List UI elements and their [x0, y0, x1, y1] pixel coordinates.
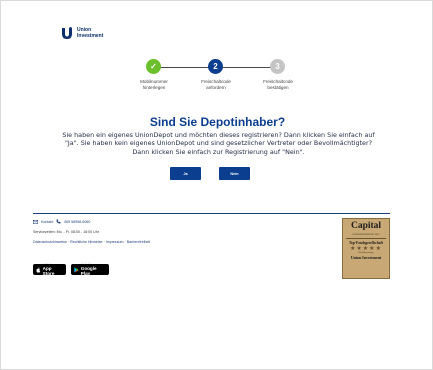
- description-line-1: Sie haben ein eigenes UnionDepot und möc…: [62, 131, 375, 139]
- footer-link-imprint[interactable]: Impressum: [106, 240, 124, 244]
- step-1-label: Mobilnummer hinterlegen: [124, 79, 184, 91]
- footer-link-privacy[interactable]: Datenschutzhinweise: [33, 240, 67, 244]
- page-title: Sind Sie Depotinhaber?: [149, 115, 286, 129]
- award-divider: [346, 238, 386, 239]
- play-icon: [74, 266, 79, 273]
- step-3-label-line-2: bestätigen: [267, 85, 289, 90]
- contact-row: Kontakt 069 58998-6060: [33, 219, 90, 224]
- capital-award-seal: Capital FONDSBEWERTUNG 2023 Top-Fondsges…: [342, 218, 390, 279]
- stepper-connector-1: [153, 67, 215, 68]
- yes-button[interactable]: Ja: [170, 167, 201, 180]
- description-line-2: "Ja". Sie haben kein eigenes UnionDepot …: [64, 139, 372, 148]
- union-investment-logo[interactable]: Union Investment: [61, 27, 103, 40]
- logo-line-2: Investment: [77, 32, 104, 39]
- app-store-big: App Store: [42, 265, 55, 276]
- step-2-number: 2: [208, 59, 223, 74]
- google-play-big: Google Play: [80, 265, 97, 276]
- stepper-connector-2: [215, 67, 277, 68]
- page-frame: Union Investment ✓ Mobilnummer hinterleg…: [0, 0, 433, 370]
- no-button[interactable]: Nein: [219, 167, 250, 180]
- step-3-label: Freischaltcode bestätigen: [248, 79, 308, 91]
- contact-link[interactable]: Kontakt: [41, 220, 53, 224]
- app-store-text: Laden im App Store: [43, 263, 63, 276]
- apple-icon: [36, 266, 41, 273]
- step-1-check-icon: ✓: [146, 59, 161, 74]
- footer-link-legal[interactable]: Rechtliche Hinweise: [70, 240, 102, 244]
- award-brand: Union Investment: [350, 254, 382, 260]
- step-1-label-line-2: hinterlegen: [142, 85, 166, 90]
- footer-divider: [33, 213, 390, 214]
- award-small-text: Höchstbewertung: [358, 251, 374, 254]
- registration-stepper: ✓ Mobilnummer hinterlegen 2 Freischaltco…: [131, 59, 299, 107]
- service-hours: Servicezeiten: Mo. - Fr. 08:00 - 18:00 U…: [33, 230, 99, 234]
- step-2-label-line-2: anfordern: [206, 85, 226, 90]
- app-store-badge[interactable]: Laden im App Store: [33, 263, 66, 276]
- description-line-3: Dann klicken Sie einfach zur Registrieru…: [132, 147, 305, 156]
- mail-icon: [33, 219, 38, 224]
- award-title: Capital: [350, 221, 382, 231]
- award-subtitle: FONDSBEWERTUNG 2023: [352, 234, 380, 236]
- phone-icon: [56, 219, 61, 224]
- google-play-text: JETZT BEI Google Play: [81, 263, 106, 276]
- footer-links: Datenschutzhinweise · Rechtliche Hinweis…: [33, 240, 150, 244]
- step-2-label: Freischaltcode anfordern: [186, 79, 246, 91]
- footer-link-accessibility[interactable]: Barrierefreiheit: [127, 240, 151, 244]
- phone-number[interactable]: 069 58998-6060: [64, 220, 90, 224]
- logo-text: Union Investment: [77, 27, 104, 39]
- google-play-badge[interactable]: JETZT BEI Google Play: [71, 263, 109, 276]
- page-description: Sie haben ein eigenes UnionDepot und möc…: [56, 131, 381, 156]
- award-stars-icon: ★★★★★: [350, 244, 382, 252]
- step-3-number: 3: [270, 59, 285, 74]
- union-logo-icon: [62, 27, 72, 39]
